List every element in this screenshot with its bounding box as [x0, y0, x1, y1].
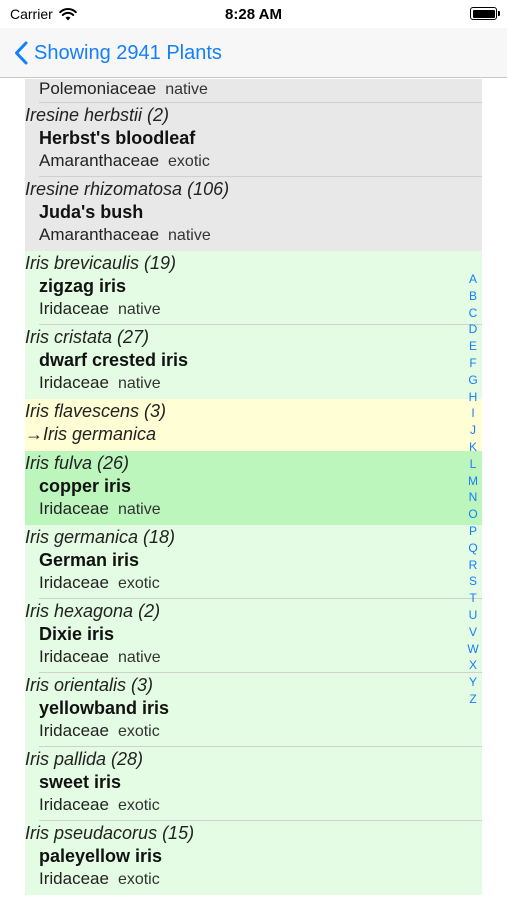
- scientific-name: Iris hexagona (2): [25, 601, 161, 621]
- index-letter-x[interactable]: X: [469, 657, 477, 674]
- list-item[interactable]: Iris orientalis (3) yellowband iris Irid…: [25, 673, 482, 747]
- status-label: native: [165, 81, 208, 98]
- scientific-name: Iris pseudacorus (15): [25, 823, 195, 843]
- scientific-name: Iris pallida (28): [25, 749, 144, 769]
- back-button-label: Showing 2941 Plants: [34, 41, 222, 64]
- list-item[interactable]: Iresine herbstii (2) Herbst's bloodleaf …: [25, 103, 482, 177]
- index-letter-m[interactable]: M: [468, 473, 478, 490]
- back-button[interactable]: Showing 2941 Plants: [14, 38, 222, 68]
- status-label: native: [168, 227, 211, 244]
- scientific-name: Iris germanica (18): [25, 527, 176, 547]
- status-label: exotic: [117, 575, 160, 592]
- index-letter-h[interactable]: H: [469, 389, 478, 406]
- index-letter-i[interactable]: I: [471, 405, 474, 422]
- index-letter-w[interactable]: W: [467, 641, 478, 658]
- common-name: Herbst's bloodleaf: [39, 128, 196, 148]
- index-letter-b[interactable]: B: [469, 288, 477, 305]
- family-label: Iridaceae native: [39, 647, 161, 666]
- common-name: yellowband iris: [39, 698, 170, 718]
- status-label: exotic: [117, 723, 160, 740]
- scientific-name: Iris brevicaulis (19): [25, 253, 177, 273]
- status-label: exotic: [117, 797, 160, 814]
- common-name: sweet iris: [39, 772, 122, 792]
- common-name: paleyellow iris: [39, 846, 163, 866]
- index-letter-f[interactable]: F: [469, 355, 476, 372]
- scientific-name: Iris cristata (27): [25, 327, 150, 347]
- family-label: Iridaceae exotic: [39, 869, 160, 888]
- index-letter-o[interactable]: O: [468, 506, 477, 523]
- index-letter-z[interactable]: Z: [469, 691, 476, 708]
- common-name: German iris: [39, 550, 140, 570]
- scientific-name: Iris flavescens (3): [25, 401, 167, 421]
- synonym-link: →Iris germanica: [25, 424, 157, 444]
- scientific-name: Iris fulva (26): [25, 453, 130, 473]
- index-letter-q[interactable]: Q: [468, 540, 477, 557]
- family-label: Amaranthaceae exotic: [39, 151, 210, 170]
- status-label: native: [117, 501, 161, 518]
- status-label: native: [117, 375, 161, 392]
- family-label: Amaranthaceae native: [39, 225, 211, 244]
- common-name: Dixie iris: [39, 624, 115, 644]
- index-letter-g[interactable]: G: [468, 372, 477, 389]
- common-name: copper iris: [39, 476, 132, 496]
- list-item[interactable]: Iris cristata (27) dwarf crested iris Ir…: [25, 325, 482, 399]
- list-item[interactable]: Iris brevicaulis (19) zigzag iris Iridac…: [25, 251, 482, 325]
- index-letter-c[interactable]: C: [469, 305, 478, 322]
- list-item[interactable]: Iresine rhizomatosa (106) Juda's bush Am…: [25, 177, 482, 251]
- family-label: Iridaceae native: [39, 299, 161, 318]
- status-time: 8:28 AM: [225, 6, 282, 23]
- index-letter-j[interactable]: J: [470, 422, 476, 439]
- scientific-name: Iresine rhizomatosa (106): [25, 179, 230, 199]
- scientific-name: Iresine herbstii (2): [25, 105, 170, 125]
- status-bar: Carrier 8:28 AM: [0, 0, 507, 28]
- status-label: exotic: [117, 871, 160, 888]
- family-label: Iridaceae exotic: [39, 795, 160, 814]
- chevron-left-icon: [15, 41, 28, 65]
- family-label: Iridaceae exotic: [39, 721, 160, 740]
- family-label: Iridaceae native: [39, 499, 161, 518]
- status-label: native: [117, 649, 161, 666]
- common-name: Juda's bush: [39, 202, 144, 222]
- list-item[interactable]: Iris pallida (28) sweet iris Iridaceae ex…: [25, 747, 482, 821]
- index-letter-d[interactable]: D: [469, 321, 478, 338]
- common-name: zigzag iris: [39, 276, 127, 296]
- family-label: Iridaceae native: [39, 373, 161, 392]
- list-item-synonym[interactable]: Iris flavescens (3) →Iris germanica: [25, 399, 482, 451]
- status-right: [470, 7, 500, 23]
- status-label: native: [117, 301, 161, 318]
- nav-bar: Showing 2941 Plants: [0, 28, 507, 78]
- index-letter-k[interactable]: K: [469, 439, 477, 456]
- index-letter-t[interactable]: T: [469, 590, 476, 607]
- index-letter-l[interactable]: L: [470, 456, 477, 473]
- index-letter-p[interactable]: P: [469, 523, 477, 540]
- list-item[interactable]: Polemoniaceae native: [25, 79, 482, 103]
- index-letter-u[interactable]: U: [469, 607, 478, 624]
- family-label: Polemoniaceae native: [39, 79, 208, 98]
- index-letter-r[interactable]: R: [469, 557, 478, 574]
- plant-list: Polemoniaceae native Iresine herbstii (2)…: [25, 79, 482, 895]
- list-item[interactable]: Iris hexagona (2) Dixie iris Iridaceae na…: [25, 599, 482, 673]
- list-item[interactable]: Iris germanica (18) German iris Iridacea…: [25, 525, 482, 599]
- index-letter-e[interactable]: E: [469, 338, 477, 355]
- index-letter-y[interactable]: Y: [469, 674, 477, 691]
- index-letter-s[interactable]: S: [469, 573, 477, 590]
- index-letter-v[interactable]: V: [469, 624, 477, 641]
- status-label: exotic: [168, 153, 210, 170]
- common-name: dwarf crested iris: [39, 350, 189, 370]
- list-item-selected[interactable]: Iris fulva (26) copper iris Iridaceae nat…: [25, 451, 482, 525]
- alphabet-index[interactable]: ABCDEFGHIJKLMNOPQRSTUVWXYZ: [467, 271, 479, 708]
- list-item[interactable]: Iris pseudacorus (15) paleyellow iris Ir…: [25, 821, 482, 895]
- index-letter-a[interactable]: A: [469, 271, 477, 288]
- index-letter-n[interactable]: N: [469, 489, 478, 506]
- family-label: Iridaceae exotic: [39, 573, 160, 592]
- scientific-name: Iris orientalis (3): [25, 675, 154, 695]
- battery-icon: [470, 7, 500, 20]
